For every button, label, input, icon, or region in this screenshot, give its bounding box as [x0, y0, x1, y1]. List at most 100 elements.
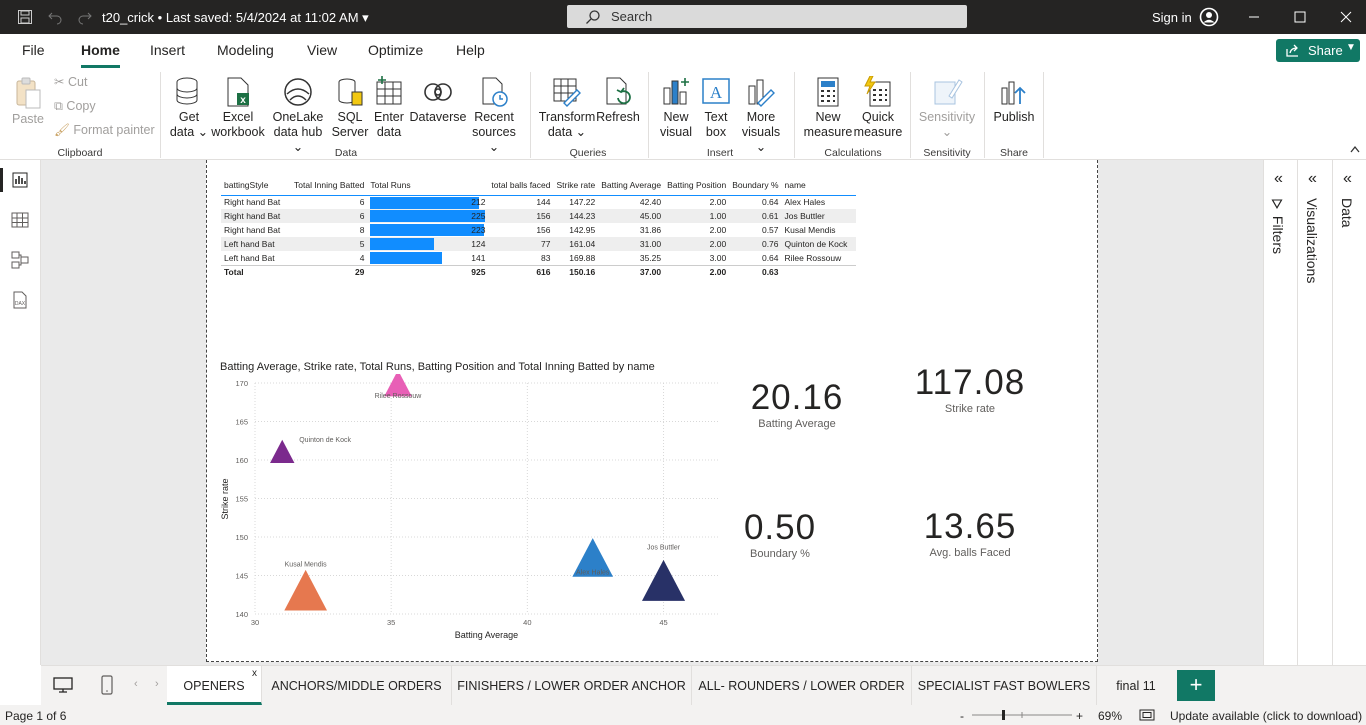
zoom-in-button[interactable]: +	[1076, 709, 1083, 723]
chevron-down-icon[interactable]: ▼	[1346, 42, 1356, 53]
avatar-icon[interactable]	[1199, 7, 1219, 27]
report-view-icon[interactable]	[10, 170, 30, 190]
tab-finishers[interactable]: FINISHERS / LOWER ORDER ANCHOR	[452, 666, 692, 705]
view-switcher: DAX	[0, 160, 41, 665]
mobile-layout-icon[interactable]	[100, 674, 114, 696]
kpi-card-boundary[interactable]: 0.50 Boundary %	[710, 508, 850, 560]
sql-server-button[interactable]: SQL Server	[330, 76, 370, 140]
get-data-button[interactable]: Get data ⌄	[168, 76, 210, 140]
paste-button[interactable]: Paste	[10, 76, 46, 127]
get-data-label-1: Get	[178, 110, 200, 124]
kpi-value: 13.65	[923, 507, 1017, 546]
text-box-button[interactable]: A Text box	[697, 76, 735, 140]
tab-fast-bowlers[interactable]: SPECIALIST FAST BOWLERS	[912, 666, 1097, 705]
batting-table[interactable]: battingStyle Total Inning Batted Total R…	[221, 176, 856, 279]
scatter-chart[interactable]: 140 145 150 155 160 165 170 30 35 40 45 Batting Ave…	[214, 374, 728, 646]
tab-openers[interactable]: OPENERS x	[167, 666, 262, 705]
undo-icon[interactable]	[47, 9, 63, 25]
filters-label[interactable]: ⛛ Filters	[1270, 198, 1286, 254]
table-row[interactable]: Right hand Bat 8 223 156 142.95 31.86 2.00 0.57…	[221, 223, 856, 237]
fit-to-page-icon[interactable]	[1139, 709, 1155, 721]
redo-icon[interactable]	[77, 9, 93, 25]
close-tab-icon[interactable]: x	[252, 654, 257, 694]
publish-button[interactable]: Publish	[991, 76, 1037, 125]
visualizations-label[interactable]: Visualizations	[1304, 198, 1320, 283]
table-cell: 1.00	[664, 209, 730, 223]
excel-workbook-button[interactable]: x Excel workbook	[210, 76, 266, 140]
refresh-button[interactable]: Refresh	[596, 76, 640, 125]
tab-anchors[interactable]: ANCHORS/MIDDLE ORDERS	[262, 666, 452, 705]
column-header[interactable]: Strike rate	[553, 176, 599, 196]
visualizations-pane[interactable]: « Visualizations	[1297, 160, 1332, 665]
column-header[interactable]: Total Runs	[367, 176, 489, 196]
menu-file[interactable]: File	[22, 42, 45, 58]
scroll-left-icon[interactable]: ‹	[134, 678, 138, 690]
scroll-right-icon[interactable]: ›	[155, 678, 159, 690]
transform-data-button[interactable]: Transform data ⌄	[538, 76, 596, 140]
cut-button[interactable]: ✂ Cut	[54, 74, 87, 89]
new-visual-button[interactable]: New visual	[656, 76, 696, 140]
table-row[interactable]: Left hand Bat 4 141 83 169.88 35.25 3.00 0.64 Ri…	[221, 251, 856, 265]
zoom-out-button[interactable]: -	[960, 709, 964, 723]
filters-pane[interactable]: « ⛛ Filters	[1263, 160, 1297, 665]
format-painter-button[interactable]: 🖌 Format painter	[54, 123, 155, 138]
kpi-card-batting-average[interactable]: 20.16 Batting Average	[727, 378, 867, 430]
share-button[interactable]: Share ▼	[1276, 39, 1360, 62]
table-view-icon[interactable]	[10, 210, 30, 230]
table-row[interactable]: Left hand Bat 5 124 77 161.04 31.00 2.00 0.76 Qu…	[221, 237, 856, 251]
column-header[interactable]: Boundary %	[729, 176, 782, 196]
enter-data-button[interactable]: Enter data	[371, 76, 407, 140]
column-header[interactable]: Batting Average	[598, 176, 665, 196]
column-header[interactable]: Batting Position	[664, 176, 730, 196]
chevron-down-icon[interactable]: ▾	[362, 10, 369, 25]
sign-in-link[interactable]: Sign in	[1152, 10, 1192, 25]
zoom-slider[interactable]	[972, 709, 1072, 721]
data-point[interactable]	[270, 439, 295, 463]
menu-optimize[interactable]: Optimize	[368, 42, 423, 58]
zoom-level[interactable]: 69%	[1098, 709, 1122, 723]
search-box[interactable]: Search	[567, 5, 967, 28]
kpi-card-avg-balls-faced[interactable]: 13.65 Avg. balls Faced	[895, 507, 1045, 559]
menu-view[interactable]: View	[307, 42, 337, 58]
column-header[interactable]: total balls faced	[488, 176, 554, 196]
minimize-icon[interactable]	[1245, 8, 1263, 26]
tab-all-rounders[interactable]: ALL- ROUNDERS / LOWER ORDER	[692, 666, 912, 705]
add-page-button[interactable]: +	[1177, 670, 1215, 701]
collapse-ribbon-icon[interactable]	[1349, 144, 1361, 154]
column-header[interactable]: name	[781, 176, 856, 196]
collapse-pane-icon[interactable]: «	[1308, 170, 1317, 188]
copy-button[interactable]: ⧉ Copy	[54, 99, 96, 114]
table-row[interactable]: Right hand Bat 6 225 156 144.23 45.00 1.00 0.61…	[221, 209, 856, 223]
menu-help[interactable]: Help	[456, 42, 485, 58]
sensitivity-button[interactable]: Sensitivity ⌄	[917, 76, 977, 140]
column-header[interactable]: Total Inning Batted	[291, 176, 368, 196]
data-label[interactable]: Data	[1339, 198, 1355, 228]
dax-query-view-icon[interactable]: DAX	[10, 290, 30, 310]
close-icon[interactable]	[1337, 8, 1355, 26]
dataverse-button[interactable]: Dataverse	[408, 76, 468, 125]
new-measure-button[interactable]: New measure	[803, 76, 853, 140]
quick-measure-button[interactable]: Quick measure	[853, 76, 903, 140]
menu-modeling[interactable]: Modeling	[217, 42, 274, 58]
model-view-icon[interactable]	[10, 250, 30, 270]
data-point[interactable]	[284, 569, 328, 611]
recent-sources-button[interactable]: Recent sources ⌄	[466, 76, 522, 155]
collapse-pane-icon[interactable]: «	[1343, 170, 1352, 188]
table-row[interactable]: Right hand Bat 6 212 144 147.22 42.40 2.00 0.64…	[221, 195, 856, 209]
menu-insert[interactable]: Insert	[150, 42, 185, 58]
runs-value: 212	[471, 197, 486, 208]
column-header[interactable]: battingStyle	[221, 176, 291, 196]
tab-final-11[interactable]: final 11	[1097, 666, 1175, 705]
data-pane[interactable]: « Data	[1332, 160, 1366, 665]
desktop-layout-icon[interactable]	[52, 676, 74, 694]
maximize-icon[interactable]	[1291, 8, 1309, 26]
menu-home[interactable]: Home	[81, 42, 120, 58]
document-title[interactable]: t20_crick • Last saved: 5/4/2024 at 11:0…	[102, 10, 369, 26]
kpi-card-strike-rate[interactable]: 117.08 Strike rate	[895, 363, 1045, 415]
save-icon[interactable]	[17, 9, 33, 25]
onelake-data-hub-button[interactable]: OneLake data hub ⌄	[267, 76, 329, 155]
data-point[interactable]	[641, 559, 686, 601]
update-available-link[interactable]: Update available (click to download)	[1170, 709, 1362, 723]
more-visuals-button[interactable]: More visuals ⌄	[736, 76, 786, 155]
collapse-pane-icon[interactable]: «	[1274, 170, 1283, 188]
